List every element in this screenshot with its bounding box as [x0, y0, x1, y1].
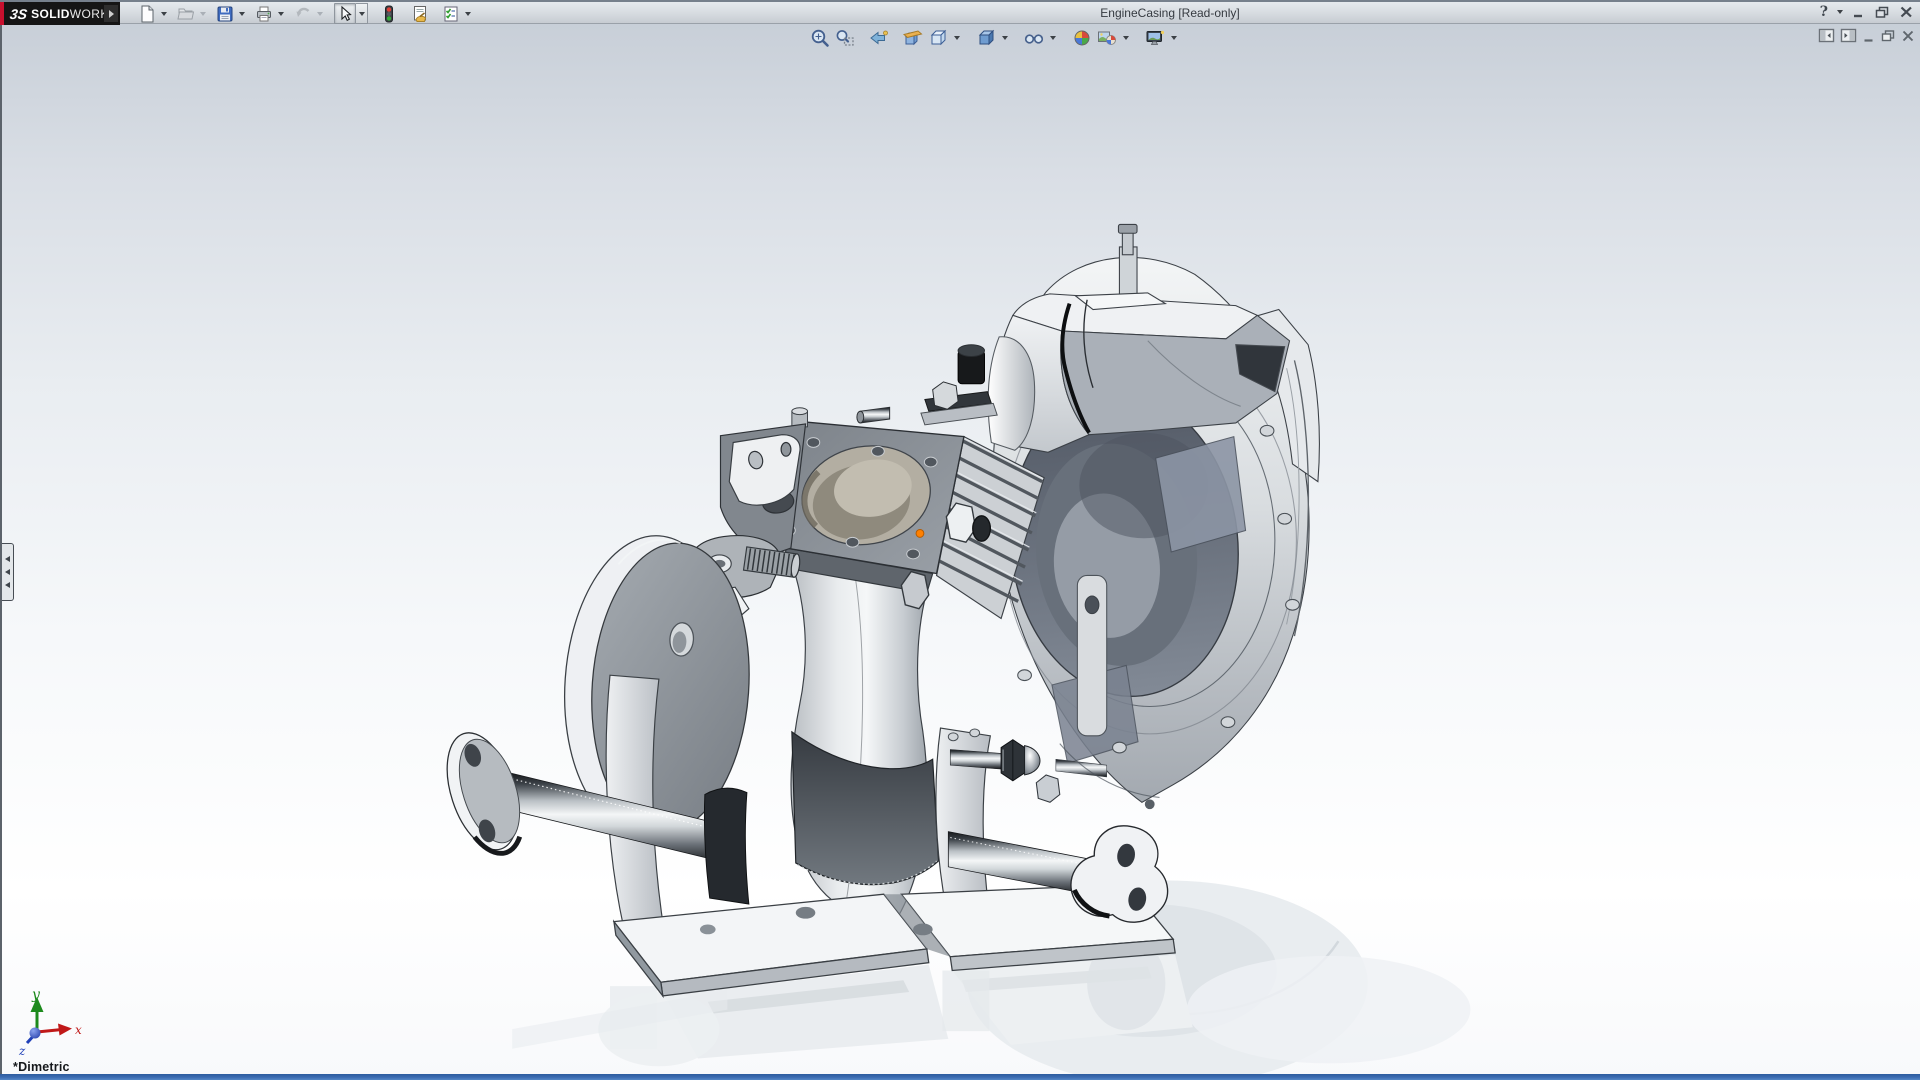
solidworks-logo[interactable]: 3S SOLIDWORKS — [0, 2, 120, 25]
document-close-button[interactable] — [1901, 29, 1915, 43]
zoom-to-fit-icon — [811, 29, 829, 47]
view-orientation-icon — [930, 29, 946, 46]
undo-icon — [296, 7, 310, 17]
previous-view-icon — [869, 30, 888, 45]
menu-expand-arrow[interactable] — [104, 5, 118, 22]
pane-toggle-left-button[interactable] — [1818, 28, 1835, 43]
section-view-icon — [902, 30, 923, 46]
close-button[interactable] — [1899, 5, 1914, 19]
section-view-button[interactable] — [901, 27, 924, 49]
titlebar-window-controls: ? — [1820, 4, 1914, 20]
display-style-button[interactable] — [974, 27, 997, 49]
rebuild-button[interactable] — [378, 3, 400, 24]
document-minimize-button[interactable] — [1862, 29, 1876, 43]
view-orientation-button[interactable] — [926, 27, 949, 49]
save-floppy-icon — [217, 6, 233, 21]
apply-scene-icon — [1097, 31, 1116, 45]
select-tool-button[interactable] — [334, 3, 356, 24]
previous-view-button[interactable] — [867, 27, 890, 49]
options-checklist-icon — [444, 6, 458, 21]
apply-scene-caret[interactable] — [1123, 36, 1129, 40]
print-dropdown-caret[interactable] — [278, 11, 284, 16]
view-orientation-label: *Dimetric — [13, 1060, 70, 1074]
view-settings-icon — [1146, 30, 1164, 45]
print-button[interactable] — [253, 3, 275, 24]
view-settings-caret[interactable] — [1171, 36, 1177, 40]
x-axis-arrow — [58, 1023, 72, 1036]
display-style-icon — [978, 29, 994, 46]
hide-show-items-caret[interactable] — [1050, 36, 1056, 40]
document-restore-button[interactable] — [1881, 29, 1896, 43]
print-icon — [257, 6, 271, 21]
apply-scene-button[interactable] — [1095, 27, 1118, 49]
view-orientation-caret[interactable] — [954, 36, 960, 40]
taskbar-top-edge — [0, 1074, 1920, 1080]
titlebar: 3S SOLIDWORKS EngineCasing [Read-only] ? — [0, 0, 1920, 25]
3ds-logo-icon: 3S — [8, 5, 29, 22]
open-button[interactable] — [175, 3, 197, 24]
options-dropdown-caret[interactable] — [465, 11, 471, 16]
3d-model-engine-casing[interactable] — [2, 24, 1920, 1080]
document-title: EngineCasing [Read-only] — [1100, 6, 1240, 20]
zoom-to-fit-button[interactable] — [808, 27, 831, 49]
logo-accent-stripe — [0, 2, 4, 25]
traffic-light-icon — [385, 5, 393, 22]
display-style-caret[interactable] — [1002, 36, 1008, 40]
hide-show-items-button[interactable] — [1022, 27, 1045, 49]
graphics-area[interactable]: y x z *Dimetric — [0, 24, 1920, 1080]
open-dropdown-caret[interactable] — [200, 11, 206, 16]
selection-vertex-dot[interactable] — [915, 529, 925, 538]
select-cursor-icon — [341, 5, 352, 21]
zoom-to-area-button[interactable] — [833, 27, 856, 49]
undo-button[interactable] — [292, 3, 314, 24]
file-properties-icon — [414, 5, 427, 22]
new-document-icon — [141, 5, 154, 22]
edit-appearance-button[interactable] — [1070, 27, 1093, 49]
restore-button[interactable] — [1875, 5, 1890, 19]
chevron-left-icon — [5, 569, 10, 575]
select-dropdown-caret[interactable] — [356, 3, 368, 24]
triad-origin-ball — [29, 1027, 41, 1039]
main-toolbar — [136, 2, 477, 25]
triad-x-label: x — [75, 1023, 82, 1037]
zoom-to-area-icon — [836, 30, 854, 46]
minimize-button[interactable] — [1852, 5, 1866, 19]
file-properties-button[interactable] — [409, 3, 431, 24]
save-button[interactable] — [214, 3, 236, 24]
view-settings-button[interactable] — [1143, 27, 1166, 49]
document-window-controls — [1818, 28, 1915, 43]
help-dropdown-caret[interactable] — [1837, 10, 1843, 14]
undo-dropdown-caret[interactable] — [317, 11, 323, 16]
featuremanager-collapsed-tab[interactable] — [2, 543, 14, 601]
appearance-ball-icon — [1074, 30, 1089, 46]
new-document-button[interactable] — [136, 3, 158, 24]
pane-toggle-right-button[interactable] — [1840, 28, 1857, 43]
help-icon[interactable]: ? — [1820, 4, 1828, 20]
eyeglasses-icon — [1024, 34, 1043, 44]
model-top-fasteners — [856, 344, 998, 426]
triad-z-label: z — [18, 1044, 26, 1058]
options-button[interactable] — [440, 3, 462, 24]
open-folder-icon — [177, 8, 195, 19]
heads-up-view-toolbar — [808, 27, 1180, 49]
new-dropdown-caret[interactable] — [161, 11, 167, 16]
chevron-left-icon — [5, 582, 10, 588]
chevron-left-icon — [5, 556, 10, 562]
save-dropdown-caret[interactable] — [239, 11, 245, 16]
